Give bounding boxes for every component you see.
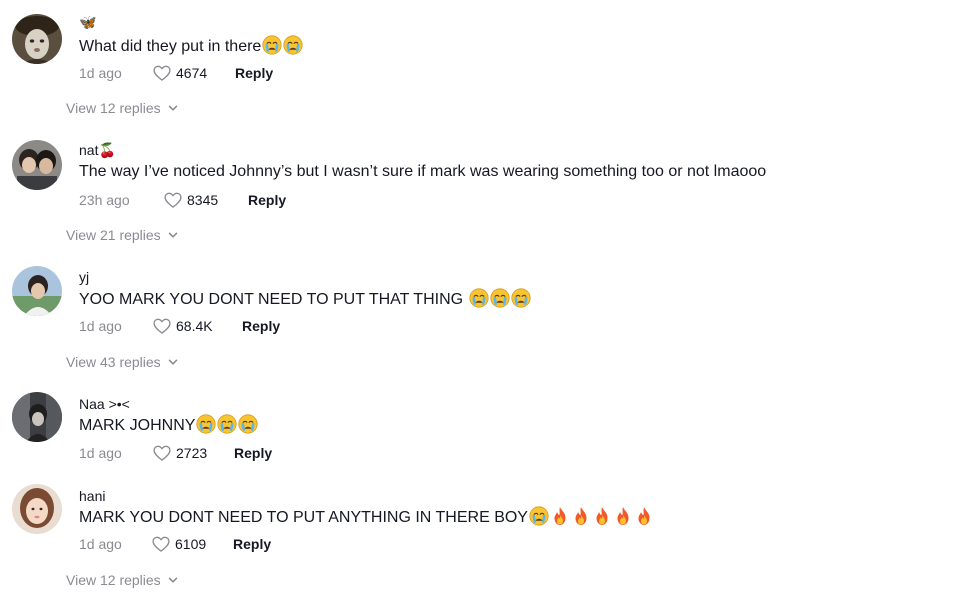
timestamp: 1d ago bbox=[79, 65, 122, 81]
avatar[interactable] bbox=[12, 484, 62, 534]
timestamp: 1d ago bbox=[79, 536, 122, 552]
heart-icon bbox=[163, 190, 183, 210]
view-replies-label: View 12 replies bbox=[66, 572, 161, 588]
crying-face-icon bbox=[262, 35, 282, 55]
crying-face-icon bbox=[283, 35, 303, 55]
reply-button[interactable]: Reply bbox=[234, 443, 272, 463]
like-button[interactable]: 4674 bbox=[152, 63, 207, 83]
reply-button[interactable]: Reply bbox=[235, 63, 273, 83]
comment-text: YOO MARK YOU DONT NEED TO PUT THAT THING bbox=[79, 288, 531, 311]
view-replies-label: View 43 replies bbox=[66, 354, 161, 370]
like-count: 68.4K bbox=[176, 318, 213, 334]
comment-text-body: MARK YOU DONT NEED TO PUT ANYTHING IN TH… bbox=[79, 509, 528, 526]
like-button[interactable]: 68.4K bbox=[152, 316, 213, 336]
comment-text: What did they put in there bbox=[79, 35, 303, 58]
reply-button[interactable]: Reply bbox=[248, 190, 286, 210]
crying-face-icon bbox=[238, 414, 258, 434]
chevron-down-icon bbox=[167, 356, 179, 368]
username[interactable]: 🦋 bbox=[79, 13, 96, 31]
like-button[interactable]: 8345 bbox=[163, 190, 218, 210]
crying-face-icon bbox=[217, 414, 237, 434]
view-replies-button[interactable]: View 21 replies bbox=[66, 225, 179, 245]
view-replies-button[interactable]: View 12 replies bbox=[66, 98, 179, 118]
timestamp: 1d ago bbox=[79, 445, 122, 461]
chevron-down-icon bbox=[167, 574, 179, 586]
timestamp: 1d ago bbox=[79, 318, 122, 334]
crying-face-icon bbox=[196, 414, 216, 434]
crying-face-icon bbox=[469, 288, 489, 308]
username[interactable]: Naa >•< bbox=[79, 395, 130, 413]
fire-icon bbox=[571, 506, 591, 526]
like-button[interactable]: 6109 bbox=[151, 534, 206, 554]
like-count: 2723 bbox=[176, 445, 208, 461]
heart-icon bbox=[152, 443, 172, 463]
reply-button[interactable]: Reply bbox=[242, 316, 280, 336]
like-button[interactable]: 2723 bbox=[152, 443, 207, 463]
avatar[interactable] bbox=[12, 140, 62, 190]
fire-icon bbox=[550, 506, 570, 526]
comment-text: The way I’ve noticed Johnny’s but I wasn… bbox=[79, 161, 766, 183]
comment-text: MARK YOU DONT NEED TO PUT ANYTHING IN TH… bbox=[79, 506, 654, 529]
fire-icon bbox=[592, 506, 612, 526]
comment-text-body: The way I’ve noticed Johnny’s but I wasn… bbox=[79, 163, 767, 180]
fire-icon bbox=[634, 506, 654, 526]
timestamp: 23h ago bbox=[79, 192, 130, 208]
heart-icon bbox=[152, 316, 172, 336]
username[interactable]: hani bbox=[79, 487, 105, 505]
avatar[interactable] bbox=[12, 266, 62, 316]
fire-icon bbox=[613, 506, 633, 526]
username[interactable]: nat🍒 bbox=[79, 141, 116, 159]
view-replies-label: View 21 replies bbox=[66, 227, 161, 243]
chevron-down-icon bbox=[167, 102, 179, 114]
comment-text-body: YOO MARK YOU DONT NEED TO PUT THAT THING bbox=[79, 291, 468, 308]
crying-face-icon bbox=[529, 506, 549, 526]
view-replies-button[interactable]: View 43 replies bbox=[66, 352, 179, 372]
comment-text-body: What did they put in there bbox=[79, 38, 262, 55]
like-count: 8345 bbox=[187, 192, 219, 208]
heart-icon bbox=[152, 63, 172, 83]
chevron-down-icon bbox=[167, 229, 179, 241]
view-replies-label: View 12 replies bbox=[66, 100, 161, 116]
avatar[interactable] bbox=[12, 392, 62, 442]
reply-button[interactable]: Reply bbox=[233, 534, 271, 554]
crying-face-icon bbox=[511, 288, 531, 308]
avatar[interactable] bbox=[12, 14, 62, 64]
crying-face-icon bbox=[490, 288, 510, 308]
like-count: 4674 bbox=[176, 65, 208, 81]
like-count: 6109 bbox=[175, 536, 207, 552]
view-replies-button[interactable]: View 12 replies bbox=[66, 570, 179, 590]
heart-icon bbox=[151, 534, 171, 554]
comment-text: MARK JOHNNY bbox=[79, 414, 258, 437]
comment-text-body: MARK JOHNNY bbox=[79, 417, 196, 434]
username[interactable]: yj bbox=[79, 268, 89, 286]
